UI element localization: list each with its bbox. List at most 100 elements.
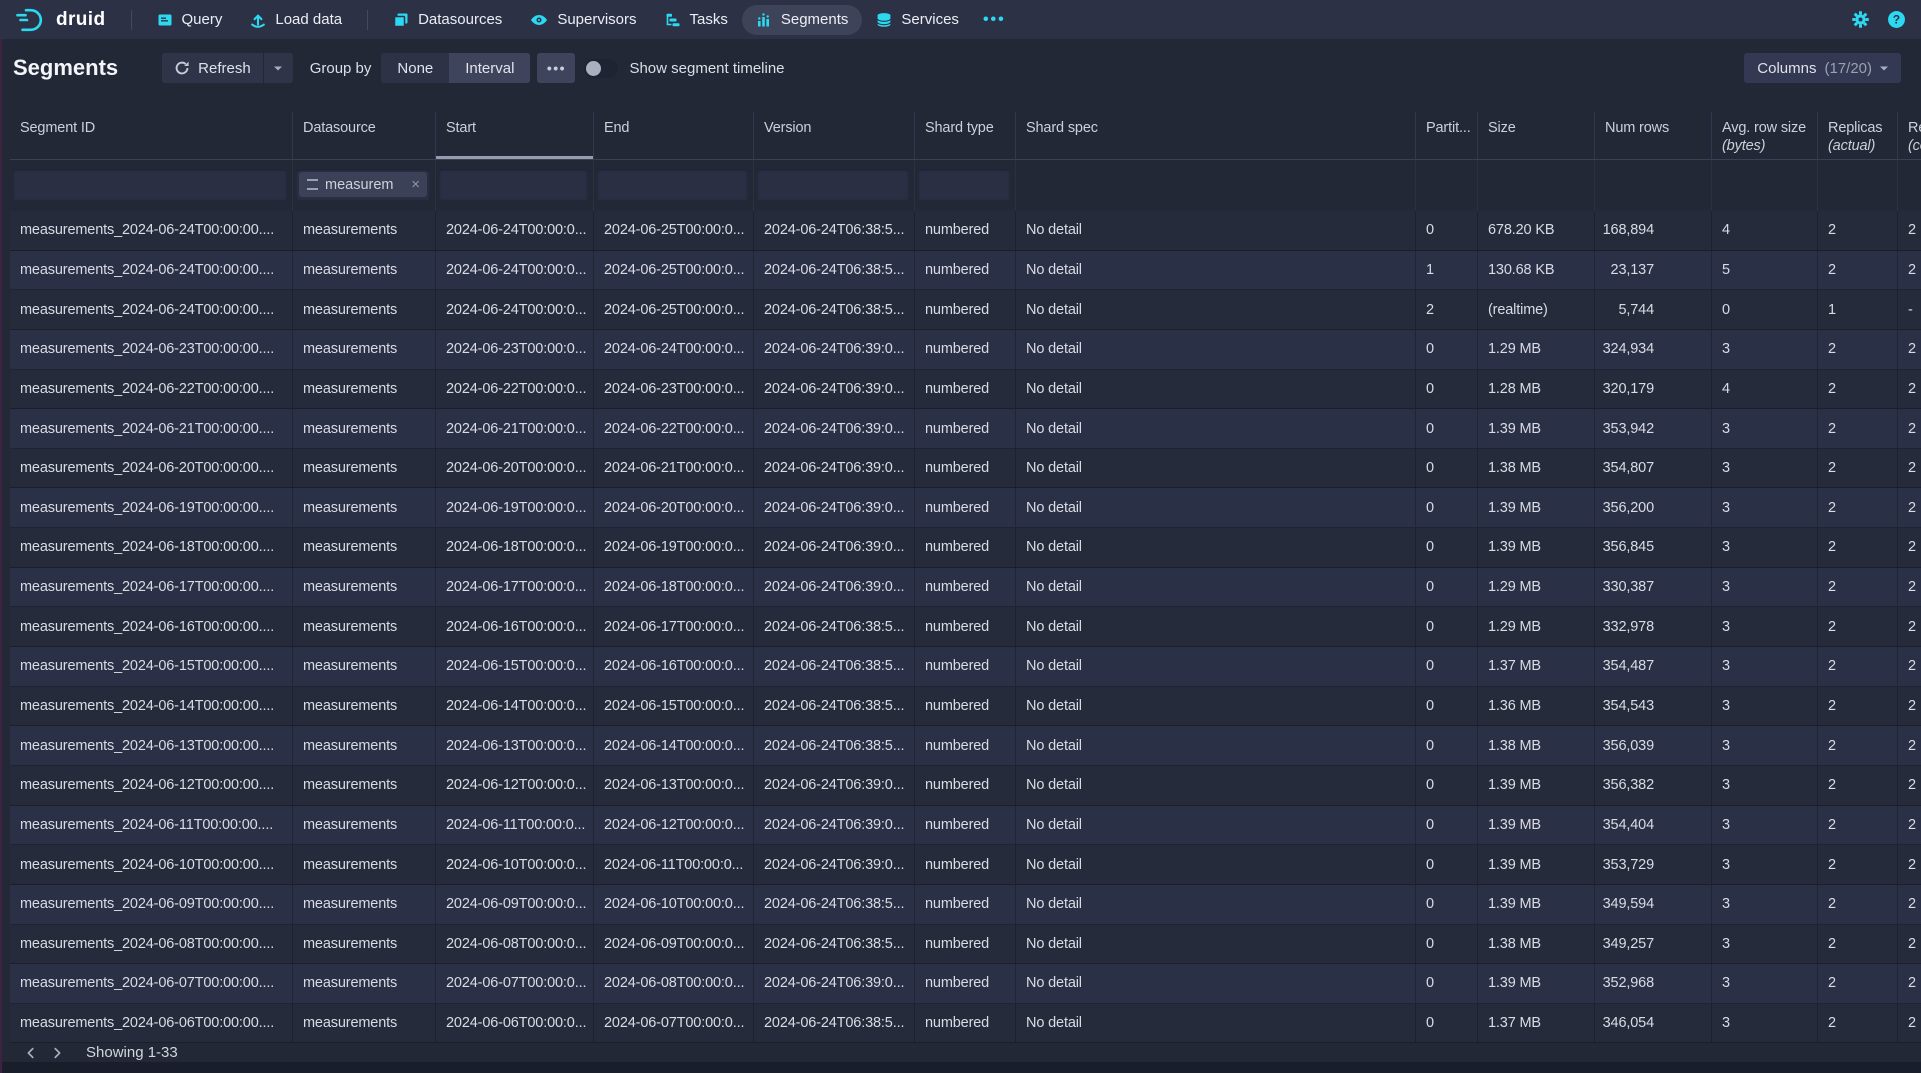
cell-size: 1.39 MB (1478, 845, 1595, 884)
nav-item-services[interactable]: Services (862, 5, 973, 35)
filter-input-datasource[interactable]: measurem × (296, 169, 430, 200)
settings-button[interactable] (1851, 10, 1870, 29)
cell-end: 2024-06-23T00:00:0... (594, 370, 754, 409)
filter-input-start[interactable] (439, 169, 588, 200)
cell-version: 2024-06-24T06:39:0... (754, 806, 915, 845)
nav-item-tasks[interactable]: Tasks (651, 5, 742, 35)
cell-shard_spec: No detail (1016, 687, 1416, 726)
table-row[interactable]: measurements_2024-06-10T00:00:00....meas… (10, 845, 1921, 885)
column-header-size[interactable]: Size (1478, 112, 1595, 159)
table-row[interactable]: measurements_2024-06-22T00:00:00....meas… (10, 370, 1921, 410)
table-row[interactable]: measurements_2024-06-17T00:00:00....meas… (10, 568, 1921, 608)
column-header-replication_factor[interactable]: Replication factor(configured) (1898, 112, 1921, 159)
column-header-segment_id[interactable]: Segment ID (10, 112, 293, 159)
bar-chart-icon (756, 12, 772, 28)
table-row[interactable]: measurements_2024-06-20T00:00:00....meas… (10, 449, 1921, 489)
group-by-option-none[interactable]: None (381, 53, 449, 83)
table-row[interactable]: measurements_2024-06-14T00:00:00....meas… (10, 687, 1921, 727)
cell-partition: 0 (1416, 370, 1478, 409)
cell-start: 2024-06-22T00:00:0... (436, 370, 594, 409)
table-row[interactable]: measurements_2024-06-13T00:00:00....meas… (10, 726, 1921, 766)
table-row[interactable]: measurements_2024-06-18T00:00:00....meas… (10, 528, 1921, 568)
filter-input-segment_id[interactable] (13, 169, 287, 200)
cell-segment_id: measurements_2024-06-18T00:00:00.... (10, 528, 293, 567)
query-icon (157, 12, 173, 28)
nav-item-datasources[interactable]: Datasources (379, 5, 516, 35)
table-row[interactable]: measurements_2024-06-19T00:00:00....meas… (10, 488, 1921, 528)
column-header-version[interactable]: Version (754, 112, 915, 159)
cell-version: 2024-06-24T06:39:0... (754, 330, 915, 369)
cell-replication_factor: 2 (1898, 845, 1921, 884)
column-header-avg_row_size[interactable]: Avg. row size(bytes) (1712, 112, 1818, 159)
cell-segment_id: measurements_2024-06-16T00:00:00.... (10, 607, 293, 646)
column-header-start[interactable]: Start (436, 112, 594, 159)
group-by-option-interval[interactable]: Interval (449, 53, 530, 83)
cell-num_rows: 353,729 (1595, 845, 1712, 884)
filter-cell-start (436, 160, 594, 211)
nav-item-segments[interactable]: Segments (742, 5, 863, 35)
cell-shard_type: numbered (915, 211, 1016, 250)
cell-replication_factor: 2 (1898, 687, 1921, 726)
filter-tag-value: measurem (325, 177, 394, 193)
cell-num_rows: 356,382 (1595, 766, 1712, 805)
table-row[interactable]: measurements_2024-06-09T00:00:00....meas… (10, 885, 1921, 925)
table-row[interactable]: measurements_2024-06-12T00:00:00....meas… (10, 766, 1921, 806)
table-row[interactable]: measurements_2024-06-24T00:00:00....meas… (10, 211, 1921, 251)
page-title: Segments (13, 55, 118, 81)
nav-more-button[interactable]: ••• (973, 11, 1016, 29)
next-page-button[interactable] (44, 1044, 70, 1062)
table-row[interactable]: measurements_2024-06-24T00:00:00....meas… (10, 251, 1921, 291)
more-options-button[interactable]: ••• (537, 53, 575, 83)
filter-input-version[interactable] (757, 169, 909, 200)
filter-cell-replicas (1818, 160, 1898, 211)
datasource-filter-tag[interactable]: measurem × (299, 172, 427, 197)
columns-button[interactable]: Columns (17/20) (1744, 53, 1901, 83)
filter-input-shard_type[interactable] (918, 169, 1010, 200)
cell-segment_id: measurements_2024-06-10T00:00:00.... (10, 845, 293, 884)
nav-item-query[interactable]: Query (143, 5, 237, 35)
column-header-shard_type[interactable]: Shard type (915, 112, 1016, 159)
cell-version: 2024-06-24T06:38:5... (754, 726, 915, 765)
previous-page-button[interactable] (18, 1044, 44, 1062)
table-row[interactable]: measurements_2024-06-24T00:00:00....meas… (10, 290, 1921, 330)
column-header-label: Datasource (303, 120, 425, 136)
column-header-datasource[interactable]: Datasource (293, 112, 436, 159)
table-row[interactable]: measurements_2024-06-15T00:00:00....meas… (10, 647, 1921, 687)
cell-datasource: measurements (293, 568, 436, 607)
table-row[interactable]: measurements_2024-06-07T00:00:00....meas… (10, 964, 1921, 1004)
column-header-label: Size (1488, 120, 1584, 136)
cell-size: 1.38 MB (1478, 925, 1595, 964)
druid-logo[interactable]: druid (14, 7, 106, 33)
filter-cell-version (754, 160, 915, 211)
column-header-label: Segment ID (20, 120, 282, 136)
cell-partition: 0 (1416, 845, 1478, 884)
table-row[interactable]: measurements_2024-06-16T00:00:00....meas… (10, 607, 1921, 647)
column-header-end[interactable]: End (594, 112, 754, 159)
table-row[interactable]: measurements_2024-06-11T00:00:00....meas… (10, 806, 1921, 846)
column-header-num_rows[interactable]: Num rows (1595, 112, 1712, 159)
nav-item-label: Segments (781, 11, 849, 28)
horizontal-scrollbar-track[interactable] (0, 1062, 1921, 1073)
cell-avg_row_size: 3 (1712, 766, 1818, 805)
cell-size: 1.29 MB (1478, 607, 1595, 646)
cell-replicas: 2 (1818, 1004, 1898, 1043)
table-row[interactable]: measurements_2024-06-21T00:00:00....meas… (10, 409, 1921, 449)
cell-num_rows: 346,054 (1595, 1004, 1712, 1043)
segment-timeline-toggle[interactable] (584, 59, 618, 78)
remove-filter-icon[interactable]: × (411, 177, 420, 192)
nav-item-supervisors[interactable]: Supervisors (516, 5, 650, 35)
table-row[interactable]: measurements_2024-06-08T00:00:00....meas… (10, 925, 1921, 965)
refresh-button[interactable]: Refresh (162, 53, 263, 83)
filter-input-end[interactable] (597, 169, 748, 200)
table-row[interactable]: measurements_2024-06-06T00:00:00....meas… (10, 1004, 1921, 1044)
help-button[interactable]: ? (1887, 10, 1906, 29)
cell-avg_row_size: 5 (1712, 251, 1818, 290)
nav-item-load-data[interactable]: Load data (236, 5, 356, 35)
column-header-partition[interactable]: Partit... (1416, 112, 1478, 159)
column-header-replicas[interactable]: Replicas(actual) (1818, 112, 1898, 159)
table-row[interactable]: measurements_2024-06-23T00:00:00....meas… (10, 330, 1921, 370)
refresh-dropdown-button[interactable] (264, 53, 293, 83)
table-header-row: Segment IDDatasourceStartEndVersionShard… (10, 112, 1921, 160)
column-header-shard_spec[interactable]: Shard spec (1016, 112, 1416, 159)
cell-shard_spec: No detail (1016, 290, 1416, 329)
